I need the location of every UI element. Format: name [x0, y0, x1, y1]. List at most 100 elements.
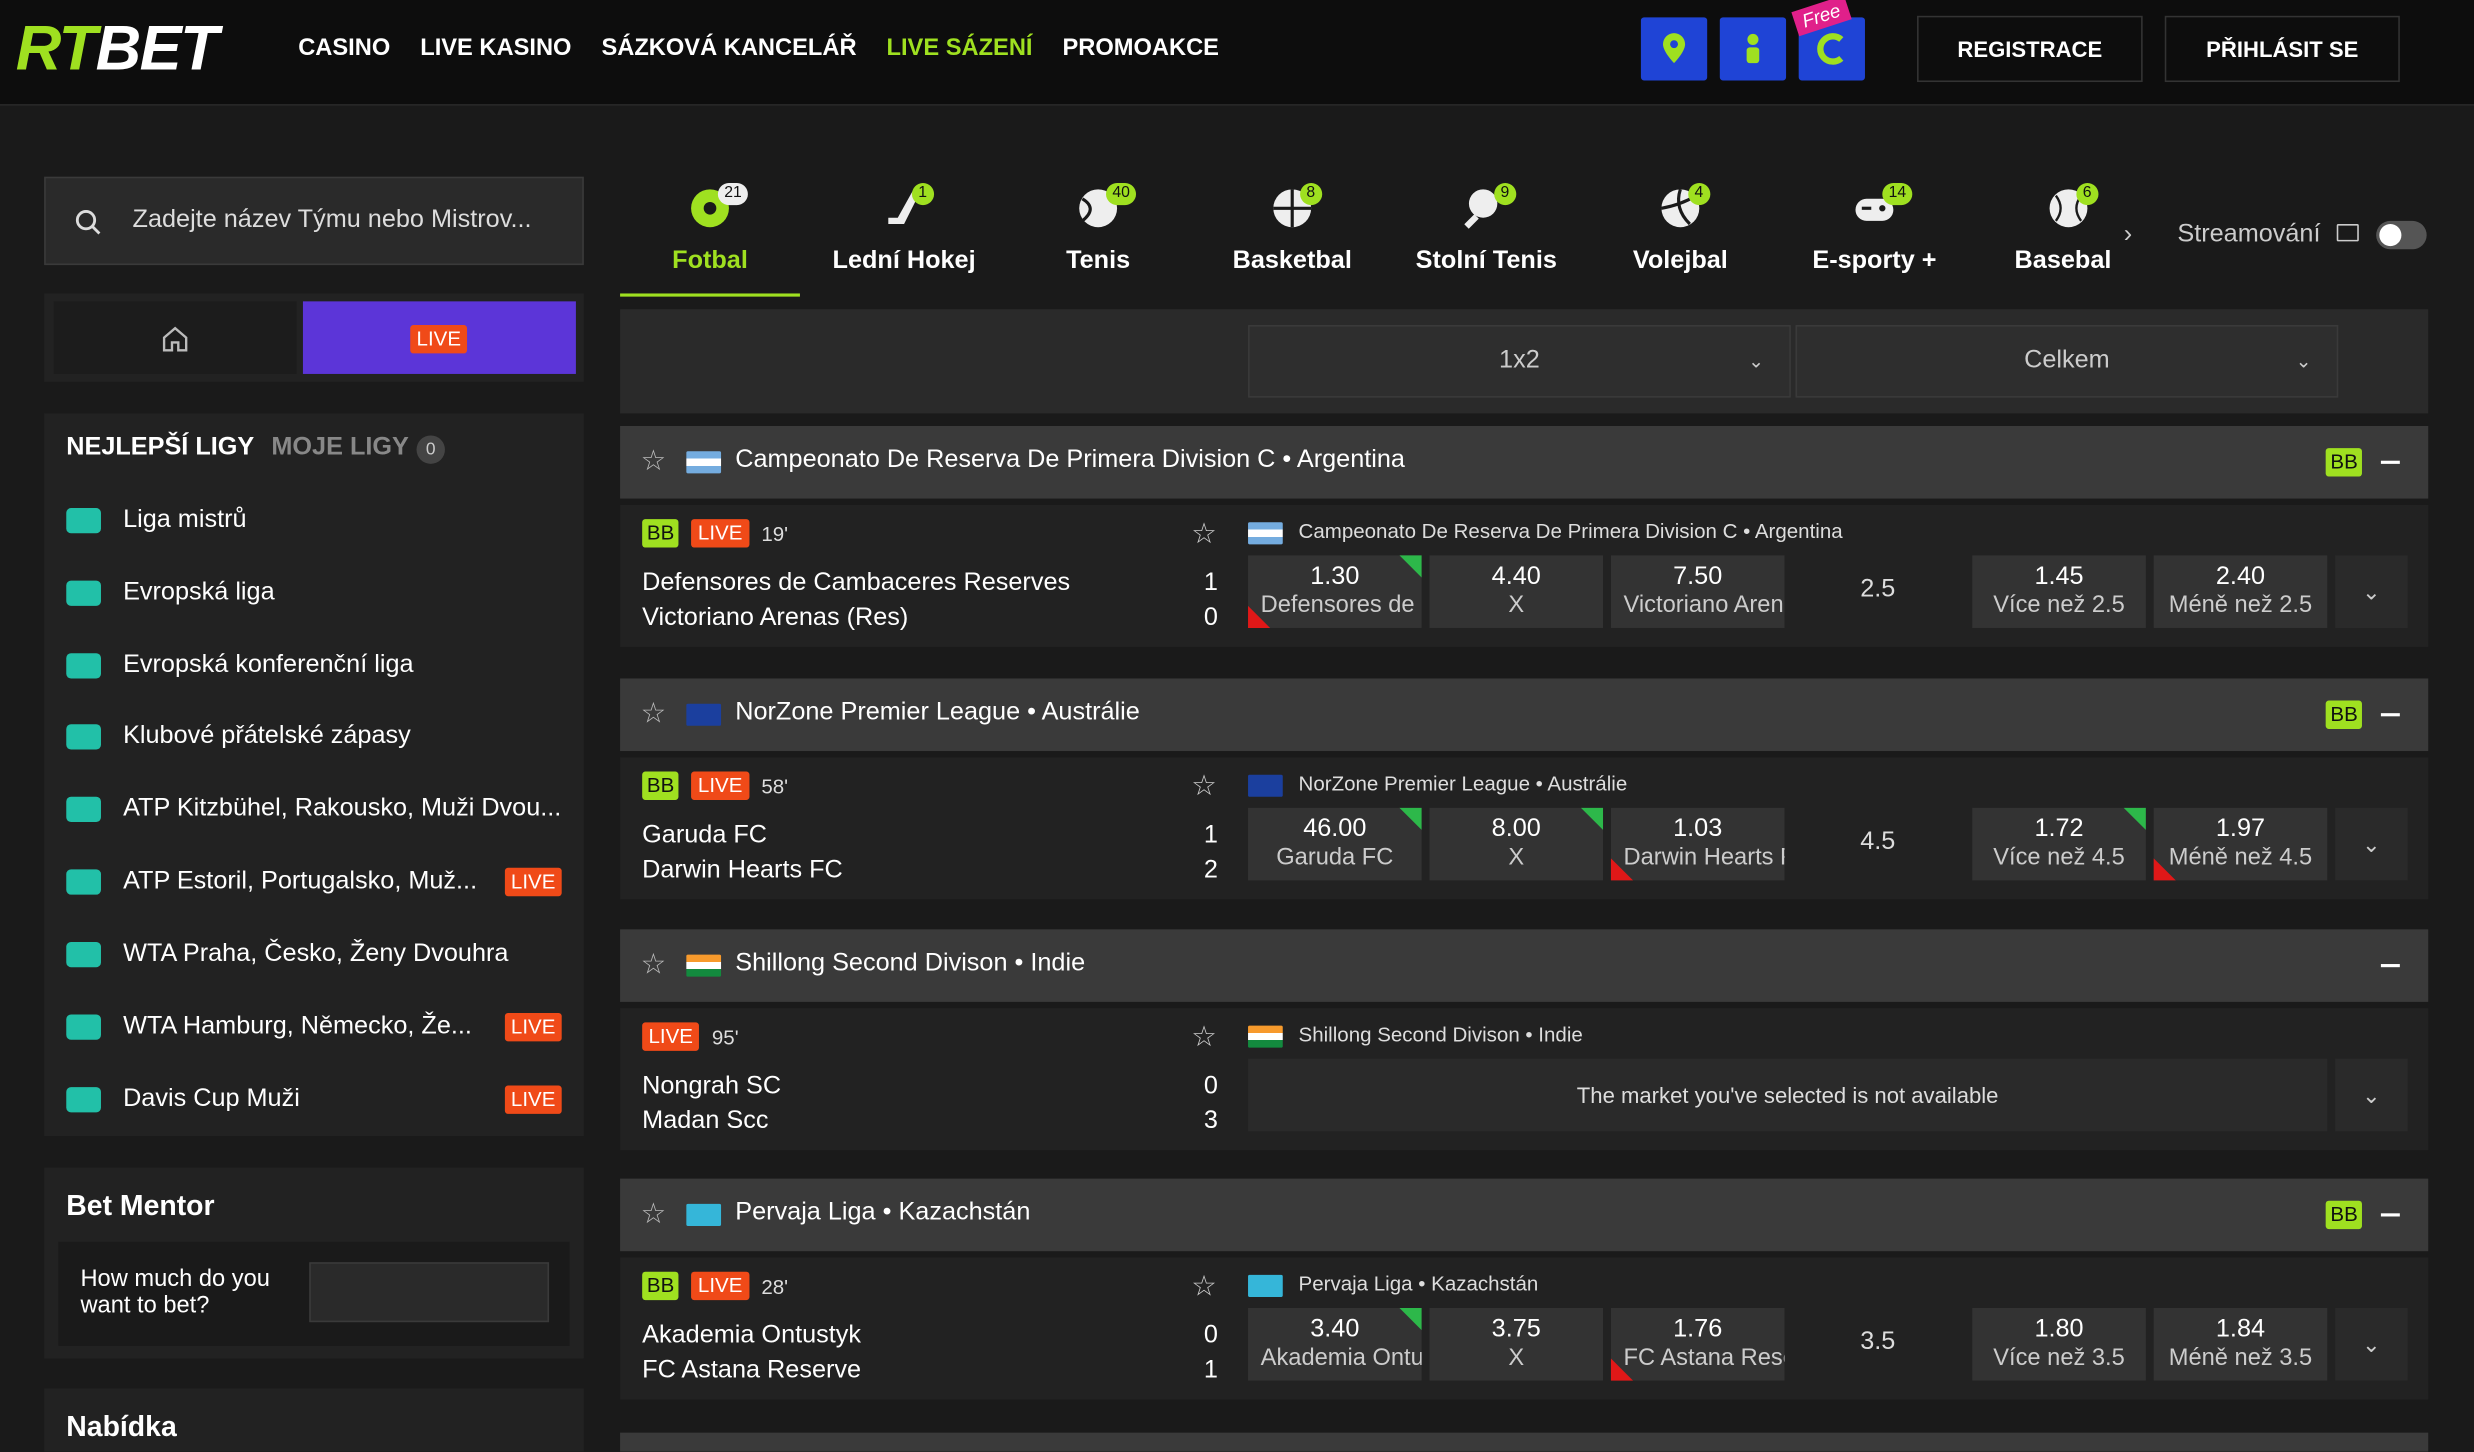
home-team[interactable]: Defensores de Cambaceres Reserves	[642, 570, 1070, 598]
nav-promotions[interactable]: PROMOAKCE	[1062, 35, 1218, 62]
period-select[interactable]: Celkem ⌄	[1795, 325, 2339, 398]
collapse-icon[interactable]	[2380, 713, 2400, 717]
league-name: Klubové přátelské zápasy	[123, 722, 411, 750]
star-icon[interactable]: ☆	[641, 447, 666, 475]
odd-home[interactable]: 3.40Akademia Ontustyk	[1248, 1307, 1422, 1381]
league-name: ATP Kitzbühel, Rakousko, Muži Dvou...	[123, 795, 562, 823]
league-item[interactable]: Evropská konferenční liga	[44, 630, 584, 703]
nav-live-casino[interactable]: LIVE KASINO	[420, 35, 571, 62]
tab-volleyball[interactable]: 4 Volejbal	[1590, 158, 1770, 297]
australia-flag-icon	[1248, 774, 1283, 797]
odd-draw[interactable]: 8.00 X	[1429, 807, 1604, 881]
nav-sportsbook[interactable]: SÁZKOVÁ KANCELÁŘ	[601, 35, 856, 62]
league-item[interactable]: ATP Estoril, Portugalsko, Muž... LIVE	[44, 846, 584, 919]
odd-away[interactable]: 1.76FC Astana Reserve	[1610, 1307, 1785, 1381]
star-icon[interactable]: ☆	[641, 699, 666, 727]
odd-value: 4.40	[1491, 563, 1541, 591]
league-header[interactable]: ☆ Campeonato De Reserva De Primera Divis…	[620, 426, 2429, 499]
collapse-icon[interactable]	[2380, 964, 2400, 968]
tab-ice-hockey[interactable]: 1 Lední Hokej	[814, 158, 994, 297]
match-league: NorZone Premier League • Austrálie	[1298, 771, 1628, 796]
league-item[interactable]: Klubové přátelské zápasy	[44, 701, 584, 774]
league-item[interactable]: Evropská liga	[44, 557, 584, 630]
league-header[interactable]: ☆ NorZone Premier League • Austrálie BB	[620, 678, 2429, 752]
away-team[interactable]: Madan Scc	[642, 1108, 768, 1136]
streaming-label: Streamování	[2177, 220, 2321, 248]
favorite-star-icon[interactable]: ☆	[1191, 1021, 1216, 1054]
away-team[interactable]: FC Astana Reserve	[642, 1357, 861, 1385]
tab-tennis[interactable]: 40 Tenis	[1008, 158, 1188, 297]
league-item[interactable]: ATP Kitzbühel, Rakousko, Muži Dvou...	[44, 773, 584, 846]
expand-markets-button[interactable]: ⌄	[2335, 807, 2408, 881]
sport-count: 14	[1882, 183, 1913, 206]
expand-markets-button[interactable]: ⌄	[2335, 1307, 2408, 1381]
odd-over[interactable]: 1.72 Více než 4.5	[1972, 807, 2146, 881]
favorite-star-icon[interactable]: ☆	[1191, 518, 1216, 551]
odd-away[interactable]: 7.50Victoriano Arenas (Res)	[1610, 555, 1785, 628]
live-tab[interactable]: LIVE	[302, 301, 576, 374]
odd-home[interactable]: 46.00 Garuda FC	[1248, 807, 1422, 881]
logo[interactable]: RTBET	[16, 16, 219, 82]
tab-top-leagues[interactable]: NEJLEPŠÍ LIGY	[66, 434, 254, 462]
league-item[interactable]: Liga mistrů	[44, 484, 584, 557]
nav-casino[interactable]: CASINO	[298, 35, 390, 62]
home-team[interactable]: Nongrah SC	[642, 1073, 781, 1101]
league-item[interactable]: WTA Hamburg, Německo, Že... LIVE	[44, 991, 584, 1064]
expand-markets-button[interactable]: ⌄	[2335, 1058, 2408, 1132]
home-team[interactable]: Garuda FC	[642, 822, 767, 850]
tab-table-tennis[interactable]: 9 Stolní Tenis	[1396, 158, 1576, 297]
tab-football[interactable]: 21 Fotbal	[620, 158, 800, 297]
tab-baseball[interactable]: 6 Basebal	[1979, 158, 2135, 297]
profile-button[interactable]	[1719, 17, 1787, 81]
odd-label: X	[1508, 844, 1525, 871]
home-tab[interactable]	[53, 301, 297, 374]
login-button[interactable]: PŘIHLÁSIT SE	[2164, 15, 2400, 83]
odd-away[interactable]: 1.03Darwin Hearts FC	[1610, 807, 1785, 881]
odds-up-indicator	[1399, 807, 1422, 830]
sport-name: Lední Hokej	[832, 247, 976, 275]
league-item[interactable]: Davis Cup Muži LIVE	[44, 1063, 584, 1136]
odd-under[interactable]: 1.97 Méně než 4.5	[2153, 807, 2328, 881]
search-box[interactable]: Zadejte název Týmu nebo Mistrov...	[44, 176, 584, 266]
nav-live-betting[interactable]: LIVE SÁZENÍ	[887, 35, 1033, 62]
bb-badge: BB	[2325, 448, 2363, 477]
monitor-icon	[2336, 224, 2359, 242]
odd-value: 1.97	[2215, 815, 2266, 843]
tab-basketball[interactable]: 8 Basketbal	[1202, 158, 1382, 297]
leagues-panel: NEJLEPŠÍ LIGY MOJE LIGY 0 Liga mistrů Ev…	[44, 413, 584, 1137]
search-input[interactable]: Zadejte název Týmu nebo Mistrov...	[133, 207, 532, 235]
league-header[interactable]: ☆ Pervaja Liga • Kazachstán BB	[620, 1178, 2429, 1252]
collapse-icon[interactable]	[2380, 1213, 2400, 1217]
sport-name: Volejbal	[1632, 247, 1728, 275]
globe-icon	[66, 724, 101, 750]
away-team[interactable]: Darwin Hearts FC	[642, 857, 843, 885]
chevron-right-icon[interactable]: ›	[2124, 221, 2132, 249]
tab-my-leagues[interactable]: MOJE LIGY	[271, 434, 408, 462]
favorite-star-icon[interactable]: ☆	[1191, 1270, 1216, 1303]
league-item[interactable]: WTA Praha, Česko, Ženy Dvouhra	[44, 918, 584, 991]
odd-draw[interactable]: 4.40 X	[1429, 555, 1604, 628]
expand-markets-button[interactable]: ⌄	[2335, 555, 2408, 628]
league-header[interactable]: ☆ Shillong Second Divison • Indie	[620, 929, 2429, 1002]
bet-amount-input[interactable]	[309, 1262, 550, 1323]
odd-over[interactable]: 1.80 Více než 3.5	[1972, 1307, 2146, 1381]
tab-esports[interactable]: 14 E-sporty +	[1784, 158, 1964, 297]
odd-draw[interactable]: 3.75 X	[1429, 1307, 1604, 1381]
star-icon[interactable]: ☆	[641, 950, 666, 978]
away-score: 1	[1203, 1356, 1218, 1384]
odd-home[interactable]: 1.30Defensores de Cambaceres Reserves	[1248, 555, 1422, 628]
home-team[interactable]: Akademia Ontustyk	[642, 1322, 861, 1350]
star-icon[interactable]: ☆	[641, 1199, 666, 1227]
location-button[interactable]	[1640, 17, 1708, 81]
favorite-star-icon[interactable]: ☆	[1191, 770, 1216, 803]
league-title: Campeonato De Reserva De Primera Divisio…	[735, 446, 1405, 474]
register-button[interactable]: REGISTRACE	[1917, 15, 2143, 83]
odd-under[interactable]: 1.84 Méně než 3.5	[2153, 1307, 2328, 1381]
collapse-icon[interactable]	[2380, 460, 2400, 464]
away-team[interactable]: Victoriano Arenas (Res)	[642, 604, 908, 632]
streaming-toggle[interactable]	[2376, 220, 2427, 250]
market-select[interactable]: 1x2 ⌄	[1248, 325, 1791, 398]
next-league-header[interactable]	[620, 1432, 2429, 1452]
odd-under[interactable]: 2.40 Méně než 2.5	[2153, 555, 2328, 628]
odd-over[interactable]: 1.45 Více než 2.5	[1972, 555, 2146, 628]
